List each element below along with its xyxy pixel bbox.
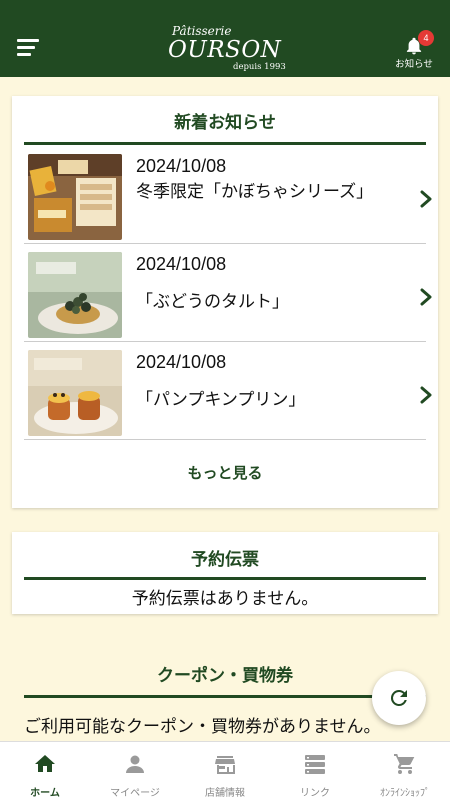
chevron-right-icon [420, 386, 432, 404]
tab-home[interactable]: ホーム [0, 742, 90, 800]
news-title: 冬季限定「かぼちゃシリーズ」 [136, 182, 374, 202]
app-header: Pâtisserie OURSON depuis 1993 4 お知らせ [0, 0, 450, 77]
tab-mypage[interactable]: マイページ [90, 742, 180, 800]
news-title: 「ぶどうのタルト」 [136, 292, 289, 312]
news-thumbnail-image [28, 252, 122, 338]
refresh-icon [390, 690, 407, 706]
chevron-right-icon [420, 288, 432, 306]
person-icon [126, 755, 144, 773]
news-thumbnail-image [28, 350, 122, 436]
tab-online-shop[interactable]: ｵﾝﾗｲﾝｼｮｯﾌﾟ [360, 742, 450, 800]
refresh-button[interactable] [372, 671, 426, 725]
notification-count-badge: 4 [418, 30, 434, 46]
logo-subtitle: Pâtisserie [172, 24, 232, 38]
logo-since: depuis 1993 [233, 62, 286, 72]
news-section-title: 新着お知らせ [174, 113, 276, 133]
notifications-label: お知らせ [395, 59, 433, 70]
news-title: 「パンプキンプリン」 [136, 390, 306, 410]
reservation-card: 予約伝票 予約伝票はありません。 [12, 532, 438, 614]
news-date: 2024/10/08 [136, 156, 227, 176]
brand-logo: Pâtisserie OURSON depuis 1993 [160, 22, 290, 74]
tab-label: マイページ [110, 788, 160, 799]
news-thumbnail-image [28, 154, 122, 240]
chevron-right-icon [420, 190, 432, 208]
store-icon [215, 756, 235, 774]
hamburger-menu-icon[interactable] [17, 39, 39, 57]
cart-icon [394, 754, 415, 774]
news-date: 2024/10/08 [136, 352, 227, 372]
tab-label: ホーム [30, 788, 60, 799]
logo-title: OURSON [168, 37, 282, 63]
more-news-link[interactable]: もっと見る [12, 462, 438, 483]
coupon-title-divider [24, 695, 426, 698]
notifications-button[interactable]: 4 お知らせ [390, 30, 438, 72]
news-item[interactable]: 2024/10/08 「パンプキンプリン」 [24, 342, 432, 440]
list-icon [305, 755, 325, 774]
news-title-divider [24, 142, 426, 145]
reservation-title-divider [24, 577, 426, 580]
tab-store-info[interactable]: 店舗情報 [180, 742, 270, 800]
home-icon [35, 755, 55, 772]
tab-label: リンク [300, 788, 330, 799]
news-card: 新着お知らせ 2024/10/08 冬季限定「かぼちゃシリーズ」 2024/10… [12, 96, 438, 508]
tab-label: 店舗情報 [205, 788, 245, 799]
news-item[interactable]: 2024/10/08 「ぶどうのタルト」 [24, 244, 432, 342]
news-item[interactable]: 2024/10/08 冬季限定「かぼちゃシリーズ」 [24, 146, 432, 244]
tab-links[interactable]: リンク [270, 742, 360, 800]
reservation-empty-message: 予約伝票はありません。 [131, 589, 319, 609]
tab-label: ｵﾝﾗｲﾝｼｮｯﾌﾟ [380, 788, 430, 799]
bottom-tab-bar: ホーム マイページ 店舗情報 リンク ｵﾝﾗｲﾝｼｮｯﾌﾟ [0, 741, 450, 800]
reservation-section-title: 予約伝票 [191, 550, 259, 570]
news-date: 2024/10/08 [136, 254, 227, 274]
